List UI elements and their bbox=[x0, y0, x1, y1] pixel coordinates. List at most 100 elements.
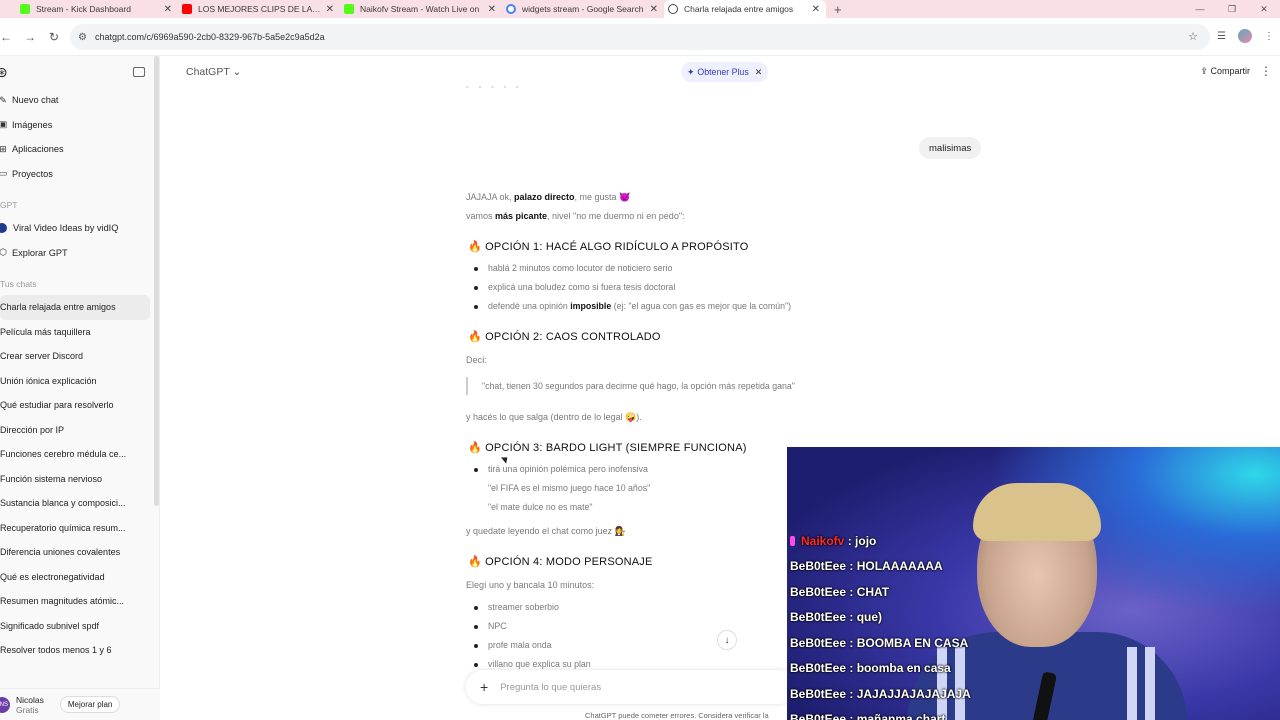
kick-icon bbox=[20, 4, 30, 14]
chat-username: Naikofv bbox=[801, 533, 845, 548]
back-icon[interactable]: ← bbox=[0, 30, 18, 44]
chat-message-text: HOLAAAAAAA bbox=[856, 559, 943, 574]
sidebar-chat-item[interactable]: Recuperatorio química resum... bbox=[0, 516, 159, 541]
chat-list: Charla relajada entre amigos Película más… bbox=[0, 295, 159, 663]
sidebar-section-gpt: GPT bbox=[0, 200, 18, 210]
sidebar-scrollbar[interactable] bbox=[154, 56, 159, 506]
sidebar-chat-item[interactable]: Película más taquillera bbox=[0, 320, 159, 345]
main-header: ChatGPT ⌄ ✦ Obtener Plus ✕ ⇪ Compartir ⋮ bbox=[161, 56, 1280, 88]
composer-input[interactable]: Pregunta lo que quieras bbox=[500, 682, 601, 693]
chatgpt-icon bbox=[668, 4, 678, 14]
minimize-icon[interactable]: — bbox=[1184, 0, 1216, 18]
sidebar-chat-item[interactable]: Significado subnivel spdf bbox=[0, 614, 159, 639]
close-tab-icon[interactable]: ✕ bbox=[326, 4, 334, 15]
close-icon[interactable]: ✕ bbox=[755, 67, 762, 78]
close-window-icon[interactable]: ✕ bbox=[1248, 0, 1280, 18]
sidebar: ⊛ ✎ Nuevo chat ▣ Imágenes ⊞ Aplicaciones ▭ P… bbox=[0, 56, 160, 720]
sidebar-item-explore-gpt[interactable]: ⬡ Explorar GPT bbox=[0, 241, 159, 266]
message-actions[interactable]: ▫▫▫▫▫ bbox=[466, 84, 528, 91]
stream-chat-message: BeB0tEee : JAJAJJAJAJAJAJA bbox=[790, 686, 971, 701]
sidebar-chat-item[interactable]: Dirección por IP bbox=[0, 418, 159, 443]
sidebar-section-chats: Tus chats bbox=[0, 279, 37, 289]
sidebar-chat-item[interactable]: Sustancia blanca y composici... bbox=[0, 491, 159, 516]
explore-icon: ⬡ bbox=[0, 247, 7, 258]
model-name: ChatGPT bbox=[186, 66, 230, 78]
chat-message-text: JAJAJJAJAJAJAJA bbox=[856, 686, 971, 701]
apps-icon: ⊞ bbox=[0, 143, 7, 154]
reload-icon[interactable]: ↻ bbox=[42, 30, 66, 44]
option-3-heading: 🔥 OPCIÓN 3: BARDO LIGHT (SIEMPRE FUNCION… bbox=[468, 442, 747, 454]
sidebar-chat-item[interactable]: Diferencia uniones covalentes bbox=[0, 540, 159, 565]
close-tab-icon[interactable]: ✕ bbox=[812, 4, 820, 15]
sidebar-item-apps[interactable]: ⊞ Aplicaciones bbox=[0, 137, 159, 162]
upgrade-plan-button[interactable]: Mejorar plan bbox=[59, 696, 121, 713]
close-tab-icon[interactable]: ✕ bbox=[488, 4, 496, 15]
sidebar-chat-item[interactable]: Charla relajada entre amigos bbox=[0, 295, 150, 320]
sidebar-chat-item[interactable]: Resolver todos menos 1 y 6 bbox=[0, 638, 159, 663]
url-text: chatgpt.com/c/6969a590-2cb0-8329-967b-5a… bbox=[94, 32, 325, 42]
stream-chat-message: BeB0tEee : BOOMBA EN CASA bbox=[790, 635, 969, 650]
sparkle-icon: ✦ bbox=[687, 66, 695, 77]
image-icon: ▣ bbox=[0, 119, 8, 130]
chat-username: BeB0tEee bbox=[790, 635, 847, 650]
browser-tab-chatgpt[interactable]: Charla relajada entre amigos ✕ bbox=[664, 0, 826, 18]
new-tab-icon[interactable]: + bbox=[834, 2, 842, 17]
user-menu[interactable]: NS Nicolas Gratis Mejorar plan bbox=[0, 688, 160, 720]
browser-tab-google[interactable]: widgets stream - Google Search ✕ bbox=[502, 0, 664, 18]
model-selector[interactable]: ChatGPT ⌄ bbox=[186, 66, 241, 78]
sidebar-chat-item[interactable]: Qué es electronegatividad bbox=[0, 565, 159, 590]
address-bar[interactable]: ⚙ chatgpt.com/c/6969a590-2cb0-8329-967b-… bbox=[70, 24, 1210, 50]
list-item: villano que explica su plan bbox=[474, 659, 591, 669]
scroll-down-button[interactable]: ↓ bbox=[717, 630, 737, 650]
folder-icon: ▭ bbox=[0, 168, 8, 179]
option-2-heading: 🔥 OPCIÓN 2: CAOS CONTROLADO bbox=[468, 331, 661, 343]
sidebar-chat-item[interactable]: Funciones cerebro médula ce... bbox=[0, 442, 159, 467]
close-tab-icon[interactable]: ✕ bbox=[164, 4, 172, 15]
list-item: explicá una boludez como si fuera tesis … bbox=[474, 282, 675, 292]
toolbar-right: ☰ ⋮ bbox=[1217, 29, 1280, 43]
sidebar-chat-item[interactable]: Resumen magnitudes atómic... bbox=[0, 589, 159, 614]
bookmark-star-icon[interactable]: ☆ bbox=[1188, 30, 1198, 43]
tab-title: LOS MEJORES CLIPS DE LA PXE bbox=[198, 4, 322, 14]
more-options-icon[interactable]: ⋮ bbox=[1260, 64, 1272, 78]
sidebar-chat-item[interactable]: Función sistema nervioso bbox=[0, 467, 159, 492]
message-composer[interactable]: + Pregunta lo que quieras bbox=[466, 670, 796, 704]
share-button[interactable]: ⇪ Compartir bbox=[1200, 66, 1250, 77]
close-tab-icon[interactable]: ✕ bbox=[650, 4, 658, 15]
profile-avatar[interactable] bbox=[1238, 29, 1252, 43]
sidebar-chat-item[interactable]: Unión iónica explicación bbox=[0, 369, 159, 394]
browser-tab-bar: Stream - Kick Dashboard ✕ LOS MEJORES CL… bbox=[0, 0, 1280, 18]
screen: Stream - Kick Dashboard ✕ LOS MEJORES CL… bbox=[0, 0, 1280, 720]
sidebar-item-images[interactable]: ▣ Imágenes bbox=[0, 113, 159, 138]
browser-tab-naikofv[interactable]: Naikofv Stream - Watch Live on ✕ bbox=[340, 0, 502, 18]
share-icon: ⇪ bbox=[1200, 66, 1208, 76]
chat-message-text: jojo bbox=[855, 533, 877, 548]
browser-tab-clips[interactable]: LOS MEJORES CLIPS DE LA PXE ✕ bbox=[178, 0, 340, 18]
menu-icon[interactable]: ⋮ bbox=[1264, 31, 1274, 42]
disclaimer-text: ChatGPT puede cometer errores. Considera… bbox=[585, 711, 769, 720]
chat-username: BeB0tEee bbox=[790, 559, 847, 574]
get-plus-button[interactable]: ✦ Obtener Plus ✕ bbox=[681, 62, 769, 82]
chat-username: BeB0tEee bbox=[790, 712, 847, 720]
mouse-cursor bbox=[501, 454, 510, 464]
sidebar-item-new-chat[interactable]: ✎ Nuevo chat bbox=[0, 88, 159, 113]
tab-search-icon[interactable]: ☰ bbox=[1217, 31, 1226, 42]
sidebar-item-projects[interactable]: ▭ Proyectos bbox=[0, 162, 159, 187]
option-4-heading: 🔥 OPCIÓN 4: MODO PERSONAJE bbox=[468, 556, 653, 568]
sidebar-chat-item[interactable]: Qué estudiar para resolverlo bbox=[0, 393, 159, 418]
list-item: hablá 2 minutos como locutor de noticier… bbox=[474, 263, 672, 273]
browser-tab-kick-dashboard[interactable]: Stream - Kick Dashboard ✕ bbox=[0, 0, 178, 18]
window-controls: — ❐ ✕ bbox=[1184, 0, 1280, 18]
forward-icon[interactable]: → bbox=[18, 30, 42, 44]
list-item: tirá una opinión polémica pero inofensiv… bbox=[474, 464, 648, 474]
sidebar-toggle-icon[interactable] bbox=[133, 67, 145, 77]
maximize-icon[interactable]: ❐ bbox=[1216, 0, 1248, 18]
sidebar-chat-item[interactable]: Crear server Discord bbox=[0, 344, 159, 369]
site-settings-icon[interactable]: ⚙ bbox=[78, 32, 87, 43]
chat-message-text: que) bbox=[856, 610, 883, 625]
chat-message-text: BOOMBA EN CASA bbox=[856, 635, 969, 650]
sidebar-item-vidiq[interactable]: Viral Video Ideas by vidIQ bbox=[0, 216, 159, 241]
chatgpt-logo-icon[interactable]: ⊛ bbox=[0, 64, 8, 81]
tab-title: Stream - Kick Dashboard bbox=[36, 4, 131, 14]
attach-plus-icon[interactable]: + bbox=[480, 679, 488, 695]
